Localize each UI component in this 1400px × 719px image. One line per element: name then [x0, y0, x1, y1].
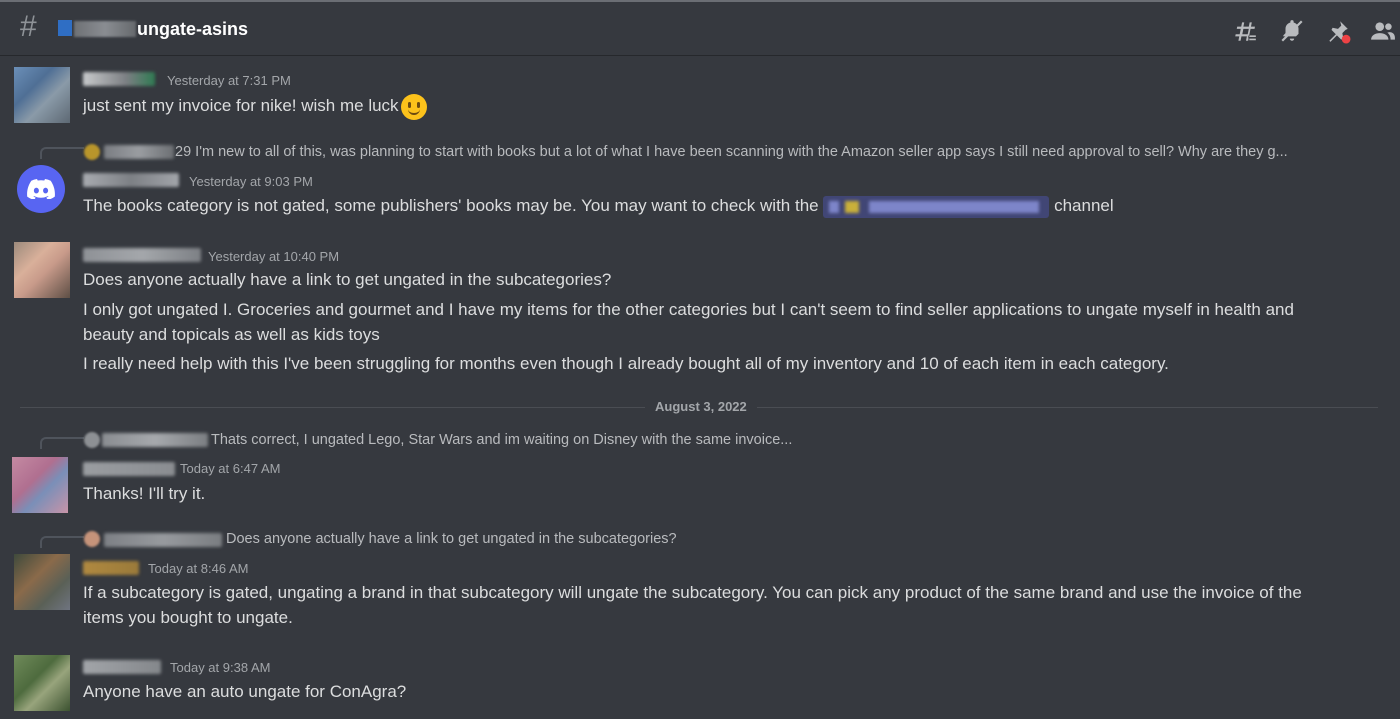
discord-icon — [27, 179, 55, 199]
username-redacted[interactable] — [83, 173, 179, 187]
user-avatar[interactable] — [14, 67, 70, 123]
user-avatar[interactable] — [14, 242, 70, 298]
username-redacted[interactable] — [83, 462, 175, 476]
reply-user-avatar[interactable] — [84, 144, 100, 160]
reply-username-redacted[interactable] — [104, 145, 174, 159]
channel-mention-redacted[interactable] — [823, 195, 1050, 218]
user-avatar[interactable] — [14, 655, 70, 711]
threads-icon[interactable] — [1232, 18, 1258, 44]
reply-preview[interactable]: 29 I'm new to all of this, was planning … — [175, 144, 1288, 160]
slight-smile-emoji — [400, 93, 427, 120]
message-list[interactable]: Yesterday at 7:31 PM just sent my invoic… — [0, 57, 1400, 719]
message-content: If a subcategory is gated, ungating a br… — [83, 583, 1302, 627]
message-timestamp: Yesterday at 7:31 PM — [167, 73, 291, 88]
message-timestamp: Today at 9:38 AM — [170, 660, 271, 675]
message-content: Thanks! I'll try it. — [83, 484, 206, 503]
reply-user-avatar[interactable] — [84, 432, 100, 448]
text-channel-icon: # — [20, 10, 37, 43]
pinned-messages-icon[interactable] — [1325, 18, 1351, 44]
reply-username-redacted[interactable] — [102, 433, 208, 447]
message-content: The books category is not gated, some pu… — [83, 193, 1343, 218]
user-avatar[interactable] — [14, 554, 70, 610]
message-timestamp: Yesterday at 10:40 PM — [208, 249, 340, 264]
reply-spine — [40, 147, 84, 159]
message-line: Does anyone actually have a link to get … — [83, 270, 612, 289]
reply-spine — [40, 437, 84, 449]
message-timestamp: Today at 8:46 AM — [148, 561, 249, 576]
member-list-icon[interactable] — [1370, 18, 1396, 44]
reply-user-avatar[interactable] — [84, 531, 100, 547]
message-timestamp: Today at 6:47 AM — [180, 461, 281, 476]
username-redacted[interactable] — [83, 561, 139, 575]
user-avatar[interactable] — [12, 457, 68, 513]
mute-notifications-icon[interactable] — [1279, 18, 1305, 44]
message-content: just sent my invoice for nike! wish me l… — [83, 93, 1343, 120]
channel-emoji — [58, 20, 72, 36]
reply-preview[interactable]: Thats correct, I ungated Lego, Star Wars… — [211, 432, 792, 448]
channel-name: ungate-asins — [137, 19, 249, 39]
reply-username-redacted[interactable] — [104, 533, 222, 547]
message-line: I really need help with this I've been s… — [83, 354, 1169, 373]
message-content: Anyone have an auto ungate for ConAgra? — [83, 682, 407, 701]
channel-header: # ungate-asins — [0, 0, 1400, 56]
date-divider-label: August 3, 2022 — [645, 399, 757, 414]
username-redacted[interactable] — [83, 660, 161, 674]
channel-name-redacted — [74, 21, 136, 37]
username-redacted[interactable] — [83, 248, 201, 262]
message-line: I only got ungated I. Groceries and gour… — [83, 300, 1294, 344]
discord-logo-avatar[interactable] — [17, 165, 65, 213]
reply-preview[interactable]: Does anyone actually have a link to get … — [226, 531, 677, 547]
message-timestamp: Yesterday at 9:03 PM — [189, 174, 313, 189]
reply-spine — [40, 536, 84, 548]
username-redacted[interactable] — [83, 72, 155, 86]
